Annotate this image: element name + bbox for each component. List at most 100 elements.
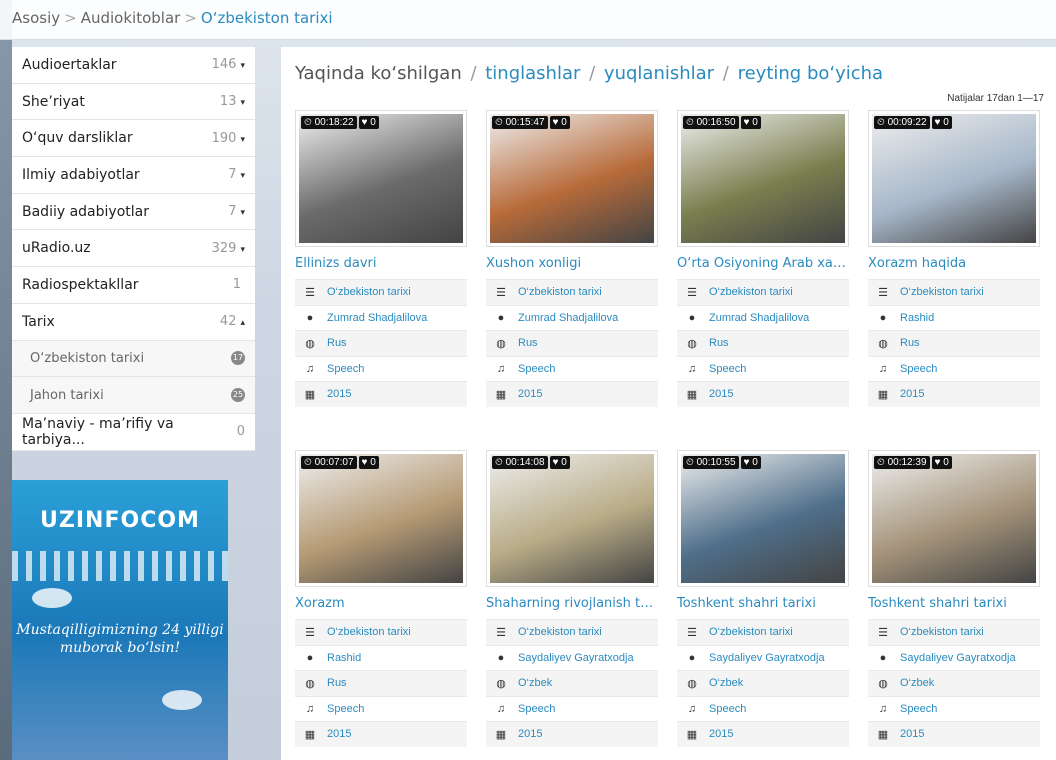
meta-lang[interactable]: ◍ O‘zbek: [677, 670, 849, 696]
sidebar-subitem[interactable]: O‘zbekiston tarixi 17: [12, 340, 255, 378]
sidebar-item[interactable]: Audioertaklar 146 ▾: [12, 47, 255, 84]
sidebar-item[interactable]: She’riyat 13 ▾: [12, 84, 255, 121]
sort-recent: Yaqinda ko‘shilgan: [295, 63, 462, 84]
meta-lang[interactable]: ◍ Rus: [677, 330, 849, 356]
meta-author[interactable]: ● Zumrad Shadjalilova: [677, 304, 849, 331]
sort-rating-link[interactable]: reyting bo‘yicha: [738, 63, 884, 84]
card-title-link[interactable]: Xushon xonligi: [486, 256, 658, 274]
cover-thumbnail[interactable]: ⏲ 00:18:22 ♥ 0: [295, 110, 467, 247]
chevron-icon[interactable]: ▴: [240, 318, 245, 328]
sidebar-item[interactable]: Tarix 42 ▴: [12, 304, 255, 341]
sidebar-subitem[interactable]: Jahon tarixi 25: [12, 377, 255, 414]
chevron-icon[interactable]: ▾: [240, 171, 245, 181]
sidebar-item-label: Ilmiy adabiyotlar: [22, 166, 140, 183]
stats-overlay: ⏲ 00:15:47 ♥ 0: [492, 116, 570, 129]
cover-thumbnail[interactable]: ⏲ 00:10:55 ♥ 0: [677, 450, 849, 587]
meta-category[interactable]: ☰ O‘zbekiston tarixi: [486, 279, 658, 305]
meta-type[interactable]: ♫ Speech: [295, 695, 467, 722]
meta-author[interactable]: ● Zumrad Shadjalilova: [486, 304, 658, 331]
sort-listens-link[interactable]: tinglashlar: [485, 63, 580, 84]
card-title-link[interactable]: Toshkent shahri tarixi: [868, 596, 1040, 614]
breadcrumb-home[interactable]: Asosiy: [12, 9, 60, 27]
meta-author[interactable]: ● Saydaliyev Gayratxodja: [677, 644, 849, 671]
meta-lang[interactable]: ◍ Rus: [486, 330, 658, 356]
meta-lang[interactable]: ◍ Rus: [868, 330, 1040, 356]
chevron-icon[interactable]: ▾: [240, 61, 245, 71]
card-title-link[interactable]: Xorazm: [295, 596, 467, 614]
meta-author[interactable]: ● Rashid: [295, 644, 467, 671]
meta-type[interactable]: ♫ Speech: [868, 695, 1040, 722]
meta-type-value: Speech: [518, 702, 556, 715]
sidebar-item-count: 329 ▾: [211, 240, 245, 256]
list-icon: ☰: [687, 286, 697, 299]
meta-type[interactable]: ♫ Speech: [677, 355, 849, 382]
meta-lang[interactable]: ◍ Rus: [295, 330, 467, 356]
card-title-link[interactable]: Shaharning rivojlanish tarixi: [486, 596, 658, 614]
cover-thumbnail[interactable]: ⏲ 00:12:39 ♥ 0: [868, 450, 1040, 587]
meta-lang[interactable]: ◍ O‘zbek: [486, 670, 658, 696]
audiobook-card: ⏲ 00:09:22 ♥ 0 Xorazm haqida ☰ O‘zbekisto…: [868, 110, 1040, 407]
breadcrumb-audiobooks[interactable]: Audiokitoblar: [81, 9, 181, 27]
meta-type[interactable]: ♫ Speech: [868, 355, 1040, 382]
meta-type-value: Speech: [327, 362, 365, 375]
meta-year[interactable]: ▦ 2015: [868, 721, 1040, 747]
meta-author[interactable]: ● Saydaliyev Gayratxodja: [868, 644, 1040, 671]
chevron-icon[interactable]: ▾: [240, 245, 245, 255]
meta-type[interactable]: ♫ Speech: [486, 355, 658, 382]
sort-downloads-link[interactable]: yuqlanishlar: [604, 63, 714, 84]
meta-year[interactable]: ▦ 2015: [486, 721, 658, 747]
meta-year[interactable]: ▦ 2015: [677, 721, 849, 747]
sidebar-item[interactable]: O‘quv darsliklar 190 ▾: [12, 120, 255, 158]
cover-image: [299, 114, 463, 243]
duration-badge: ⏲ 00:16:50: [683, 116, 739, 129]
sidebar-item-count: 7 ▾: [228, 204, 245, 220]
meta-category[interactable]: ☰ O‘zbekiston tarixi: [295, 279, 467, 305]
meta-lang[interactable]: ◍ O‘zbek: [868, 670, 1040, 696]
chevron-icon[interactable]: ▾: [240, 208, 245, 218]
meta-category[interactable]: ☰ O‘zbekiston tarixi: [868, 619, 1040, 645]
card-title-link[interactable]: Xorazm haqida: [868, 256, 1040, 274]
audiobook-card: ⏲ 00:18:22 ♥ 0 Ellinizs davri ☰ O‘zbekist…: [295, 110, 467, 407]
meta-lang[interactable]: ◍ Rus: [295, 670, 467, 696]
sidebar-item[interactable]: uRadio.uz 329 ▾: [12, 230, 255, 268]
meta-category[interactable]: ☰ O‘zbekiston tarixi: [868, 279, 1040, 305]
chevron-icon[interactable]: ▾: [240, 135, 245, 145]
sidebar-item[interactable]: Ma’naviy - ma’rifiy va tarbiya... 0: [12, 414, 255, 451]
cover-thumbnail[interactable]: ⏲ 00:09:22 ♥ 0: [868, 110, 1040, 247]
breadcrumb-current: O‘zbekiston tarixi: [200, 9, 333, 27]
likes-badge: ♥ 0: [358, 456, 379, 469]
meta-year[interactable]: ▦ 2015: [868, 381, 1040, 407]
meta-year[interactable]: ▦ 2015: [677, 381, 849, 407]
sidebar-item[interactable]: Ilmiy adabiyotlar 7 ▾: [12, 157, 255, 194]
meta-category[interactable]: ☰ O‘zbekiston tarixi: [677, 279, 849, 305]
meta-author[interactable]: ● Rashid: [868, 304, 1040, 331]
cover-thumbnail[interactable]: ⏲ 00:16:50 ♥ 0: [677, 110, 849, 247]
meta-author[interactable]: ● Zumrad Shadjalilova: [295, 304, 467, 331]
meta-year[interactable]: ▦ 2015: [486, 381, 658, 407]
meta-year[interactable]: ▦ 2015: [295, 721, 467, 747]
meta-author-value: Rashid: [900, 311, 935, 324]
chevron-icon[interactable]: ▾: [240, 98, 245, 108]
meta-category[interactable]: ☰ O‘zbekiston tarixi: [486, 619, 658, 645]
breadcrumb: Asosiy > Audiokitoblar > O‘zbekiston tarixi: [0, 0, 1056, 40]
meta-type[interactable]: ♫ Speech: [486, 695, 658, 722]
card-title-link[interactable]: Toshkent shahri tarixi: [677, 596, 849, 614]
uzinfocom-banner[interactable]: UZINFOCOM Mustaqilligimizning 24 yilligi…: [12, 480, 228, 760]
sidebar-item[interactable]: Badiiy adabiyotlar 7 ▾: [12, 194, 255, 231]
card-title-link[interactable]: O‘rta Osiyoning Arab xalifal...: [677, 256, 849, 274]
cover-thumbnail[interactable]: ⏲ 00:14:08 ♥ 0: [486, 450, 658, 587]
meta-category[interactable]: ☰ O‘zbekiston tarixi: [295, 619, 467, 645]
sidebar-item-count: 190 ▾: [211, 130, 245, 146]
sidebar-item[interactable]: Radiospektakllar 1: [12, 267, 255, 304]
meta-category[interactable]: ☰ O‘zbekiston tarixi: [677, 619, 849, 645]
meta-type[interactable]: ♫ Speech: [295, 355, 467, 382]
cover-image: [872, 114, 1036, 243]
cover-thumbnail[interactable]: ⏲ 00:07:07 ♥ 0: [295, 450, 467, 587]
meta-type[interactable]: ♫ Speech: [677, 695, 849, 722]
cover-thumbnail[interactable]: ⏲ 00:15:47 ♥ 0: [486, 110, 658, 247]
user-icon: ●: [497, 311, 505, 324]
card-title-link[interactable]: Ellinizs davri: [295, 256, 467, 274]
cover-image: [681, 114, 845, 243]
meta-year[interactable]: ▦ 2015: [295, 381, 467, 407]
meta-author[interactable]: ● Saydaliyev Gayratxodja: [486, 644, 658, 671]
